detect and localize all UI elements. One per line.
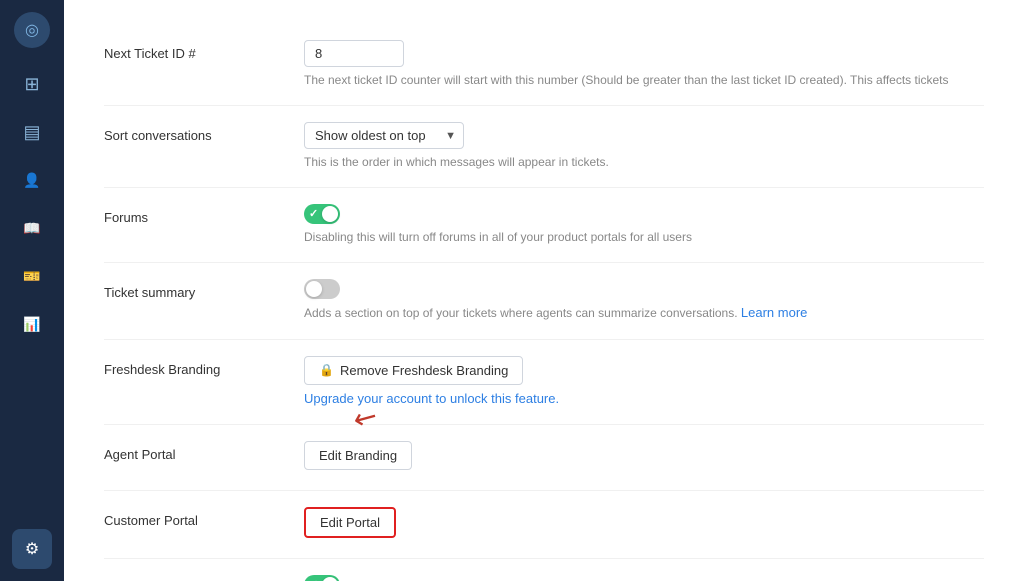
sidebar-item-settings[interactable]: ⚙ xyxy=(12,529,52,569)
sort-select[interactable]: Show oldest on top Show newest on top xyxy=(304,122,464,149)
edit-portal-button[interactable]: Edit Portal xyxy=(304,507,396,538)
ticket-summary-control xyxy=(304,279,984,299)
remove-branding-button[interactable]: 🔒 Remove Freshdesk Branding xyxy=(304,356,523,385)
next-ticket-input[interactable] xyxy=(304,40,404,67)
ticket-summary-desc-text: Adds a section on top of your tickets wh… xyxy=(304,306,738,320)
freshdesk-branding-description: Upgrade your account to unlock this feat… xyxy=(304,389,984,409)
sidebar-item-inbox[interactable]: ▤ xyxy=(12,112,52,152)
forums-description: Disabling this will turn off forums in a… xyxy=(304,228,984,246)
chat-support-content: ✓ Allow agents to reach Freshdesk suppor… xyxy=(304,575,984,581)
sort-label: Sort conversations xyxy=(104,122,304,143)
ticket-summary-toggle[interactable] xyxy=(304,279,340,299)
next-ticket-row: Next Ticket ID # The next ticket ID coun… xyxy=(104,24,984,106)
agent-portal-control: Edit Branding ↙ xyxy=(304,441,984,470)
tickets-icon: 🎫 xyxy=(23,268,40,285)
agent-portal-row: Agent Portal Edit Branding ↙ xyxy=(104,425,984,491)
lock-icon: 🔒 xyxy=(319,363,334,377)
inbox-icon: ▤ xyxy=(23,122,40,143)
freshdesk-branding-control: 🔒 Remove Freshdesk Branding xyxy=(304,356,984,385)
main-content: Next Ticket ID # The next ticket ID coun… xyxy=(64,0,1024,581)
freshdesk-branding-content: 🔒 Remove Freshdesk Branding Upgrade your… xyxy=(304,356,984,409)
sidebar: ◎ ⊞ ▤ 👤 📖 🎫 📊 ⚙ xyxy=(0,0,64,581)
chat-support-toggle-knob xyxy=(322,577,338,581)
chat-support-toggle[interactable]: ✓ xyxy=(304,575,340,581)
sidebar-item-knowledge[interactable]: 📖 xyxy=(12,208,52,248)
forums-content: ✓ Disabling this will turn off forums in… xyxy=(304,204,984,246)
agent-portal-content: Edit Branding ↙ xyxy=(304,441,984,474)
ticket-summary-learn-more-link[interactable]: Learn more xyxy=(741,305,807,320)
ticket-summary-description: Adds a section on top of your tickets wh… xyxy=(304,303,984,323)
forums-row: Forums ✓ Disabling this will turn off fo… xyxy=(104,188,984,263)
forums-control: ✓ xyxy=(304,204,984,224)
sidebar-item-contacts[interactable]: 👤 xyxy=(12,160,52,200)
sort-select-wrapper: Show oldest on top Show newest on top ▼ xyxy=(304,122,464,149)
upgrade-link[interactable]: Upgrade your account to unlock this feat… xyxy=(304,391,559,406)
next-ticket-label: Next Ticket ID # xyxy=(104,40,304,61)
sort-description: This is the order in which messages will… xyxy=(304,153,984,171)
arrow-container: Edit Branding ↙ xyxy=(304,441,412,470)
reports-icon: 📊 xyxy=(23,316,40,333)
customer-portal-content: Edit Portal xyxy=(304,507,984,542)
customer-portal-label: Customer Portal xyxy=(104,507,304,528)
forums-label: Forums xyxy=(104,204,304,225)
next-ticket-description: The next ticket ID counter will start wi… xyxy=(304,71,984,89)
freshdesk-branding-label: Freshdesk Branding xyxy=(104,356,304,377)
next-ticket-content: The next ticket ID counter will start wi… xyxy=(304,40,984,89)
sidebar-item-tickets[interactable]: 🎫 xyxy=(12,256,52,296)
customer-portal-row: Customer Portal Edit Portal xyxy=(104,491,984,559)
sort-content: Show oldest on top Show newest on top ▼ … xyxy=(304,122,984,171)
settings-icon: ⚙ xyxy=(25,539,39,559)
chat-support-label: Chat Support xyxy=(104,575,304,581)
chat-support-control: ✓ xyxy=(304,575,984,581)
next-ticket-control xyxy=(304,40,984,67)
edit-branding-button[interactable]: Edit Branding xyxy=(304,441,412,470)
ticket-summary-label: Ticket summary xyxy=(104,279,304,300)
logo[interactable]: ◎ xyxy=(14,12,50,48)
contacts-icon: 👤 xyxy=(23,172,40,189)
home-icon: ⊞ xyxy=(24,74,39,95)
forums-check-icon: ✓ xyxy=(309,207,318,220)
knowledge-icon: 📖 xyxy=(23,220,40,237)
edit-branding-label: Edit Branding xyxy=(319,448,397,463)
edit-portal-label: Edit Portal xyxy=(320,515,380,530)
logo-icon: ◎ xyxy=(25,20,39,40)
freshdesk-branding-row: Freshdesk Branding 🔒 Remove Freshdesk Br… xyxy=(104,340,984,426)
forums-toggle[interactable]: ✓ xyxy=(304,204,340,224)
sort-control: Show oldest on top Show newest on top ▼ xyxy=(304,122,984,149)
ticket-summary-row: Ticket summary Adds a section on top of … xyxy=(104,263,984,340)
sort-conversations-row: Sort conversations Show oldest on top Sh… xyxy=(104,106,984,188)
ticket-summary-toggle-knob xyxy=(306,281,322,297)
sidebar-item-reports[interactable]: 📊 xyxy=(12,304,52,344)
agent-portal-label: Agent Portal xyxy=(104,441,304,462)
chat-support-row: Chat Support ✓ Allow agents to reach Fre… xyxy=(104,559,984,581)
forums-toggle-knob xyxy=(322,206,338,222)
sidebar-item-home[interactable]: ⊞ xyxy=(12,64,52,104)
customer-portal-control: Edit Portal xyxy=(304,507,984,538)
remove-branding-label: Remove Freshdesk Branding xyxy=(340,363,508,378)
ticket-summary-content: Adds a section on top of your tickets wh… xyxy=(304,279,984,323)
